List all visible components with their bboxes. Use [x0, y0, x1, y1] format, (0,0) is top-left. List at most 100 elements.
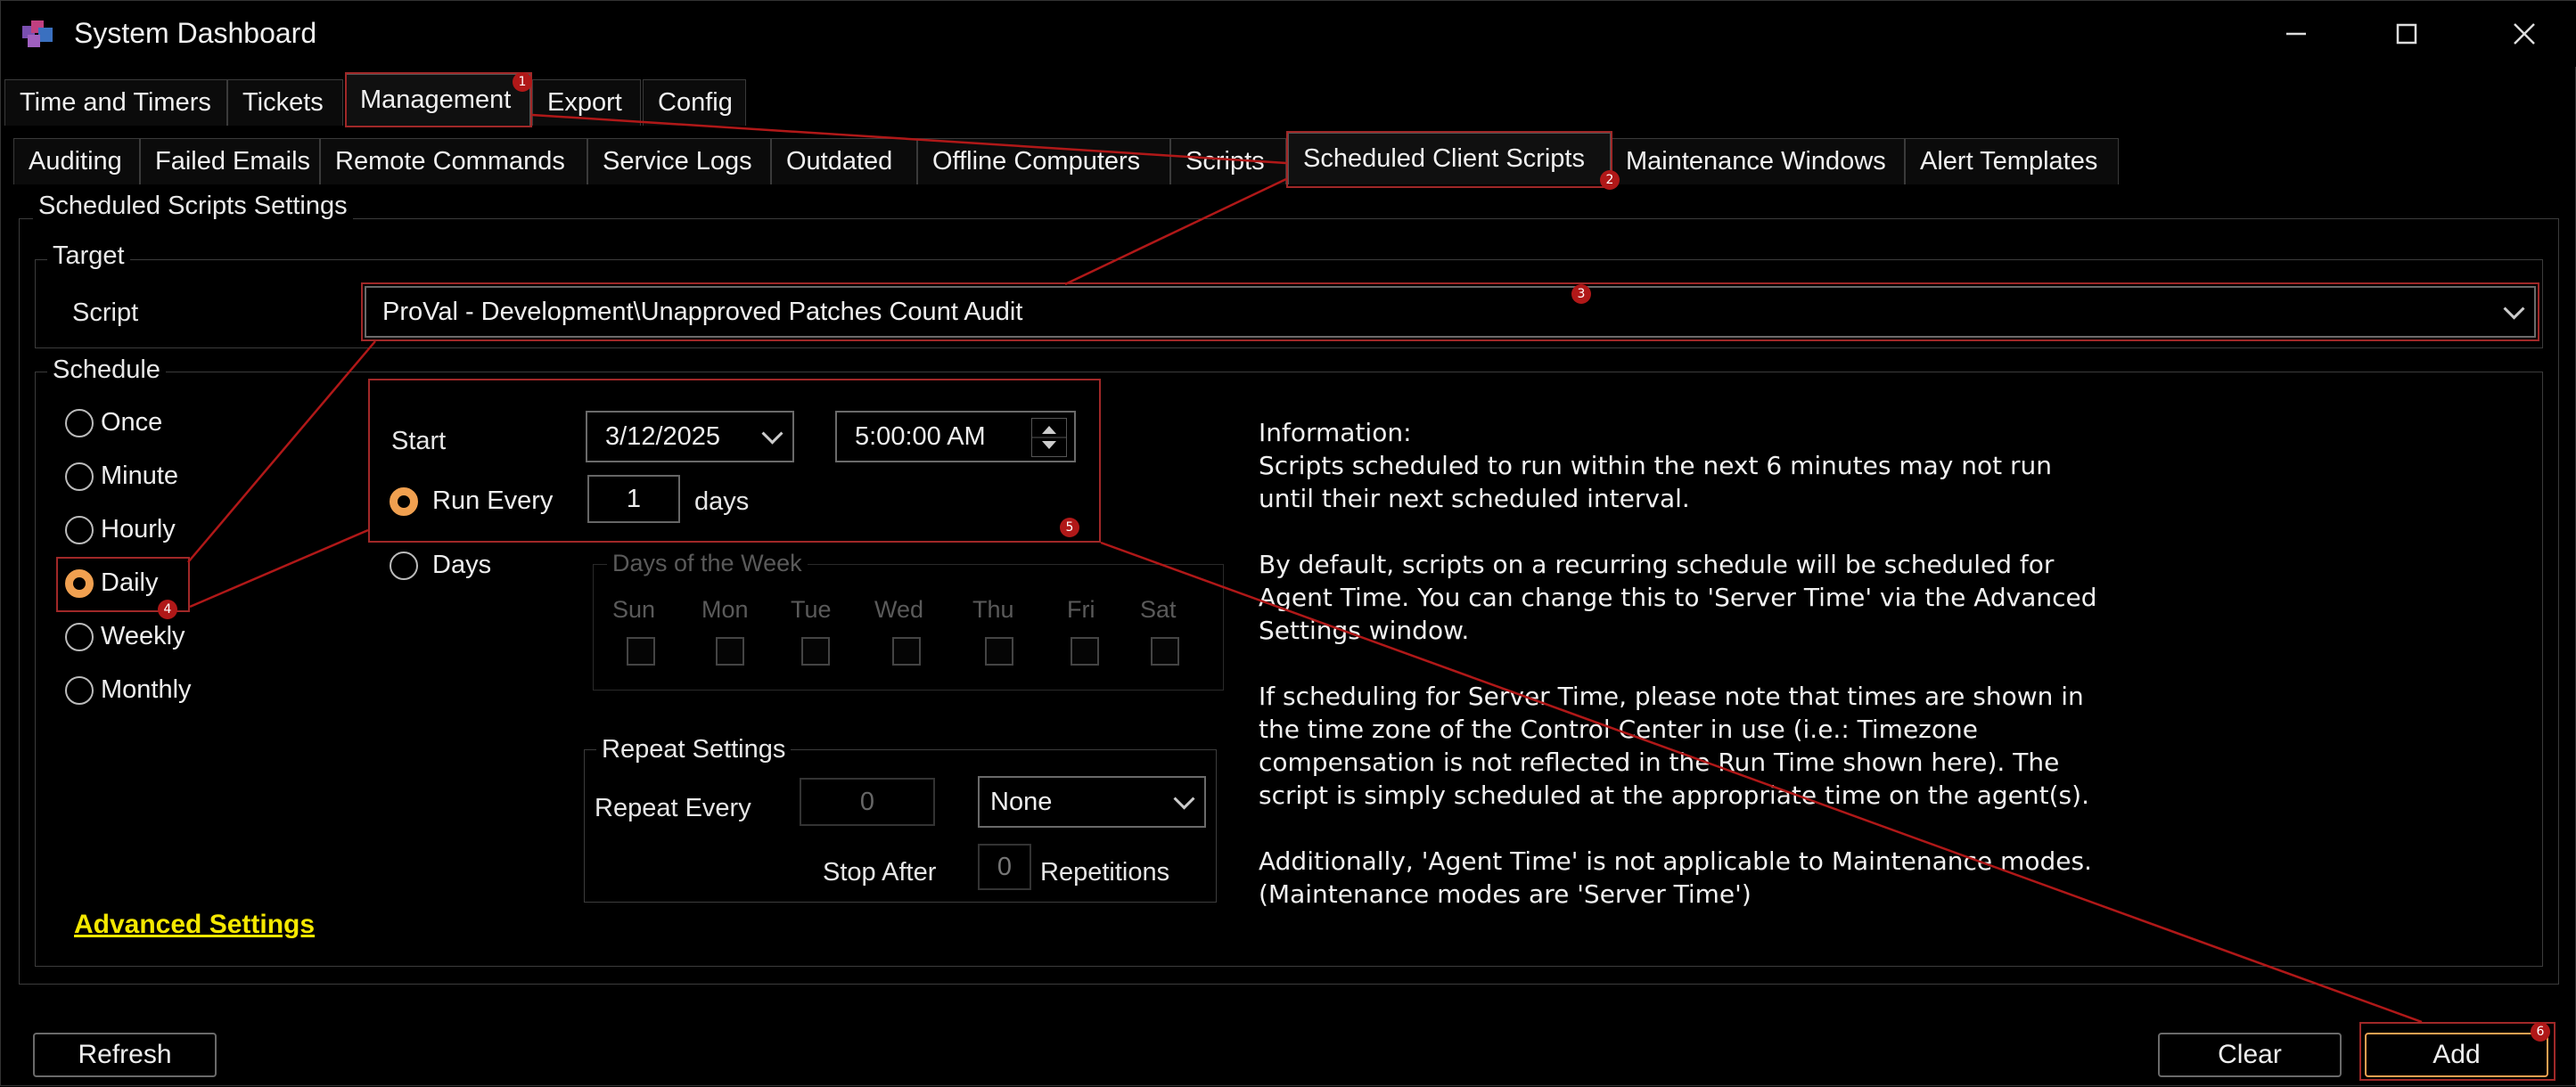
repeat-every-input[interactable]: 0: [800, 778, 935, 826]
annotation-badge-6: 6: [2531, 1022, 2550, 1042]
schedule-label: Schedule: [47, 356, 166, 385]
run-every-unit: days: [694, 487, 750, 516]
chevron-down-icon: [2503, 298, 2525, 320]
chevron-down-icon: [761, 422, 783, 445]
close-button[interactable]: [2484, 10, 2564, 58]
radio-run-every[interactable]: Run Every: [390, 486, 553, 516]
days-of-week-group: [593, 564, 1224, 691]
start-date-value: 3/12/2025: [605, 421, 721, 451]
tab-offline-computers[interactable]: Offline Computers: [917, 138, 1170, 184]
time-spinner[interactable]: [1031, 418, 1067, 457]
radio-hourly-label: Hourly: [101, 515, 176, 544]
target-label: Target: [47, 241, 130, 271]
radio-hourly[interactable]: Hourly: [65, 515, 176, 544]
radio-once-label: Once: [101, 408, 163, 437]
radio-days[interactable]: Days: [390, 551, 491, 580]
radio-circle: [390, 486, 418, 516]
app-logo-icon: [22, 20, 53, 47]
repetitions-label: Repetitions: [1040, 858, 1170, 887]
annotation-badge-3: 3: [1571, 284, 1591, 304]
script-label: Script: [72, 298, 139, 327]
radio-daily[interactable]: Daily: [65, 568, 158, 598]
dow-wed: Wed: [874, 596, 924, 623]
dow-thu: Thu: [972, 596, 1014, 623]
info-paragraph-2: By default, scripts on a recurring sched…: [1259, 550, 2097, 645]
start-time-picker[interactable]: 5:00:00 AM: [835, 411, 1076, 462]
tab-failed-emails[interactable]: Failed Emails: [140, 138, 320, 184]
dow-mon: Mon: [701, 596, 749, 623]
repeat-unit-dropdown[interactable]: None: [978, 776, 1206, 828]
repeat-every-label: Repeat Every: [595, 794, 751, 822]
script-dropdown[interactable]: ProVal - Development\Unapproved Patches …: [365, 286, 2536, 338]
checkbox-sat[interactable]: [1151, 637, 1179, 666]
tab-remote-commands[interactable]: Remote Commands: [320, 138, 587, 184]
tab-service-logs[interactable]: Service Logs: [587, 138, 771, 184]
repeat-settings-label: Repeat Settings: [596, 735, 792, 764]
tab-auditing[interactable]: Auditing: [13, 138, 140, 184]
refresh-button[interactable]: Refresh: [33, 1033, 217, 1077]
tab-tickets[interactable]: Tickets: [227, 79, 343, 126]
checkbox-thu[interactable]: [985, 637, 1013, 666]
run-every-label: Run Every: [432, 486, 554, 515]
checkbox-fri[interactable]: [1071, 637, 1099, 666]
main-tab-bar: Time and Timers Tickets Management Expor…: [1, 74, 2576, 127]
tab-maintenance-windows[interactable]: Maintenance Windows: [1611, 138, 1905, 184]
sub-tab-bar: Auditing Failed Emails Remote Commands S…: [1, 133, 2576, 186]
days-label: Days: [432, 551, 492, 579]
checkbox-tue[interactable]: [801, 637, 830, 666]
radio-weekly-label: Weekly: [101, 622, 185, 650]
tab-time-and-timers[interactable]: Time and Timers: [4, 79, 227, 126]
days-of-week-label: Days of the Week: [607, 550, 808, 577]
radio-circle: [65, 462, 94, 491]
information-text: Information: Scripts scheduled to run wi…: [1259, 416, 2114, 944]
maximize-icon: [2396, 23, 2417, 45]
clear-button[interactable]: Clear: [2158, 1033, 2342, 1077]
tab-scripts[interactable]: Scripts: [1170, 138, 1286, 184]
stop-after-input[interactable]: 0: [978, 844, 1031, 890]
info-paragraph-1: Information: Scripts scheduled to run wi…: [1259, 418, 2052, 513]
settings-group-title: Scheduled Scripts Settings: [33, 192, 353, 221]
radio-circle: [390, 551, 418, 580]
radio-daily-label: Daily: [101, 568, 159, 597]
chevron-down-icon: [1173, 788, 1195, 810]
annotation-badge-5: 5: [1060, 518, 1079, 537]
script-value: ProVal - Development\Unapproved Patches …: [382, 297, 1023, 326]
tab-config[interactable]: Config: [643, 79, 746, 126]
start-label: Start: [391, 427, 447, 455]
tab-alert-templates[interactable]: Alert Templates: [1905, 138, 2119, 184]
spinner-arrows-icon: [1032, 426, 1066, 449]
tab-management[interactable]: Management: [345, 74, 530, 126]
dow-fri: Fri: [1067, 596, 1095, 623]
dow-sat: Sat: [1140, 596, 1177, 623]
run-every-input[interactable]: 1: [587, 475, 680, 523]
repeat-unit-value: None: [990, 787, 1053, 816]
radio-circle: [65, 568, 94, 598]
start-date-picker[interactable]: 3/12/2025: [586, 411, 794, 462]
add-button[interactable]: Add: [2365, 1033, 2548, 1077]
info-paragraph-4: Additionally, 'Agent Time' is not applic…: [1259, 846, 2092, 909]
stop-after-label: Stop After: [823, 858, 937, 887]
checkbox-sun[interactable]: [627, 637, 655, 666]
dow-sun: Sun: [612, 596, 656, 623]
tab-scheduled-client-scripts[interactable]: Scheduled Client Scripts: [1288, 133, 1611, 184]
tab-export[interactable]: Export: [532, 79, 641, 126]
radio-circle: [65, 675, 94, 705]
advanced-settings-link[interactable]: Advanced Settings: [74, 910, 315, 940]
window-title: System Dashboard: [74, 17, 317, 49]
title-bar[interactable]: System Dashboard: [1, 1, 2576, 67]
annotation-badge-1: 1: [513, 72, 532, 92]
radio-circle: [65, 622, 94, 651]
radio-circle: [65, 515, 94, 544]
radio-minute[interactable]: Minute: [65, 462, 178, 491]
minimize-button[interactable]: [2256, 10, 2336, 58]
radio-minute-label: Minute: [101, 462, 179, 490]
checkbox-mon[interactable]: [716, 637, 744, 666]
radio-monthly-label: Monthly: [101, 675, 192, 704]
maximize-button[interactable]: [2367, 10, 2447, 58]
checkbox-wed[interactable]: [892, 637, 921, 666]
radio-monthly[interactable]: Monthly: [65, 675, 192, 705]
radio-weekly[interactable]: Weekly: [65, 622, 185, 651]
tab-outdated[interactable]: Outdated: [771, 138, 917, 184]
annotation-badge-2: 2: [1600, 170, 1620, 190]
radio-once[interactable]: Once: [65, 408, 162, 437]
